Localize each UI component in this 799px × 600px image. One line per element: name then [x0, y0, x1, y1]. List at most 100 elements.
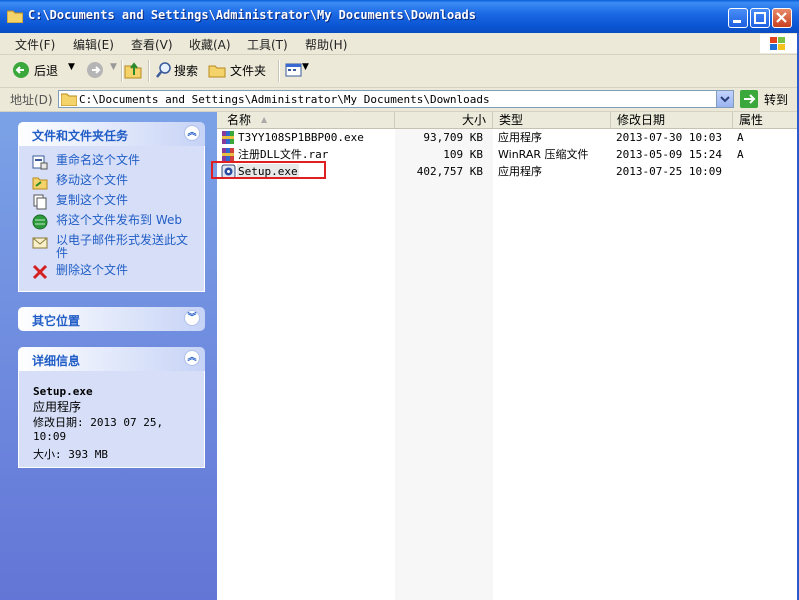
file-type: 应用程序	[498, 165, 542, 178]
task-label: 将这个文件发布到 Web	[56, 213, 182, 227]
folders-button[interactable]: 文件夹	[208, 61, 266, 82]
windows-logo	[760, 34, 798, 53]
file-row-selected[interactable]: Setup.exe 402,757 KB 应用程序 2013-07-25 10:…	[211, 161, 799, 181]
search-button[interactable]: 搜索	[155, 61, 198, 82]
search-label: 搜索	[174, 64, 199, 78]
task-label: 移动这个文件	[56, 173, 129, 187]
folders-icon	[208, 65, 226, 78]
up-folder-icon[interactable]	[124, 61, 142, 79]
file-type: WinRAR 压缩文件	[498, 148, 589, 161]
column-size[interactable]: 大小	[395, 112, 493, 128]
file-size: 109 KB	[443, 148, 483, 161]
column-name-label: 名称	[227, 113, 252, 127]
folder-icon	[61, 93, 77, 106]
views-dropdown-icon[interactable]: ▼	[302, 62, 309, 72]
file-type: 应用程序	[498, 131, 542, 144]
title-bar[interactable]: C:\Documents and Settings\Administrator\…	[0, 0, 799, 33]
details-title: 详细信息	[32, 354, 81, 368]
minimize-icon	[733, 20, 741, 23]
minimize-button[interactable]	[728, 8, 748, 28]
expand-icon[interactable]: ︾	[184, 310, 200, 326]
column-header: 名称 ▲ 大小 类型 修改日期 属性	[217, 112, 799, 129]
back-label: 后退	[34, 64, 59, 78]
column-modified-label: 修改日期	[617, 113, 666, 127]
file-attributes: A	[737, 131, 744, 144]
file-tasks-body: 重命名这个文件 移动这个文件 复制这个文件 将这个文件发布到 Web 以电子邮件…	[18, 146, 205, 292]
address-dropdown-button[interactable]	[716, 91, 733, 107]
details-size: 大小: 393 MB	[33, 448, 108, 461]
forward-arrow-icon	[87, 62, 103, 78]
column-type[interactable]: 类型	[493, 112, 611, 128]
other-places-header[interactable]: 其它位置 ︾	[18, 307, 205, 331]
menu-file[interactable]: 文件(F)	[15, 36, 55, 53]
file-row[interactable]: T3YY108SP1BBP00.exe 93,709 KB 应用程序 2013-…	[217, 130, 799, 147]
chevron-down-icon	[720, 96, 730, 103]
collapse-icon[interactable]: ︽	[184, 125, 200, 141]
address-bar: 地址(D) C:\Documents and Settings\Administ…	[0, 88, 799, 112]
file-size: 93,709 KB	[423, 131, 483, 144]
file-tasks-header[interactable]: 文件和文件夹任务 ︽	[18, 122, 205, 146]
task-label: 重命名这个文件	[56, 153, 141, 167]
menu-bar: 文件(F) 编辑(E) 查看(V) 收藏(A) 工具(T) 帮助(H)	[0, 33, 799, 55]
address-label: 地址(D)	[10, 93, 53, 107]
menu-view[interactable]: 查看(V)	[131, 36, 173, 53]
forward-dropdown-icon[interactable]: ▼	[110, 62, 117, 72]
folders-label: 文件夹	[230, 64, 267, 78]
go-arrow-icon	[740, 90, 758, 108]
collapse-icon[interactable]: ︽	[184, 350, 200, 366]
publish-web-icon	[32, 214, 48, 230]
file-modified: 2013-07-30 10:03	[616, 131, 722, 144]
views-button[interactable]: ▼	[285, 61, 309, 82]
toolbar-separator	[278, 60, 280, 82]
close-button[interactable]	[772, 8, 792, 28]
task-rename[interactable]: 重命名这个文件	[19, 152, 204, 172]
sort-ascending-icon: ▲	[261, 115, 268, 124]
column-modified[interactable]: 修改日期	[611, 112, 733, 128]
windows-flag-icon	[770, 37, 785, 50]
task-pane: 文件和文件夹任务 ︽ 重命名这个文件 移动这个文件 复制这个文件 将这个文件发布…	[0, 112, 217, 600]
column-type-label: 类型	[499, 113, 524, 127]
forward-button[interactable]: ▼	[86, 61, 117, 82]
details-filename: Setup.exe	[33, 385, 93, 398]
toolbar-separator	[121, 60, 123, 82]
column-attributes[interactable]: 属性	[733, 112, 799, 128]
toolbar: 后退 ▼ ▼ 搜索 文件夹 ▼	[0, 55, 799, 88]
details-body: Setup.exe 应用程序 修改日期: 2013 07 25, 10:09 大…	[18, 371, 205, 468]
task-delete[interactable]: 删除这个文件	[19, 262, 204, 282]
details-filetype: 应用程序	[33, 400, 82, 414]
delete-icon	[32, 264, 48, 280]
address-value: C:\Documents and Settings\Administrator\…	[79, 93, 490, 106]
back-dropdown-icon[interactable]: ▼	[68, 62, 75, 72]
sorted-column-shade	[395, 128, 493, 600]
task-email[interactable]: 以电子邮件形式发送此文件	[19, 232, 204, 262]
column-attributes-label: 属性	[739, 113, 764, 127]
toolbar-separator	[148, 60, 150, 82]
window-title: C:\Documents and Settings\Administrator\…	[28, 8, 476, 22]
file-modified: 2013-07-25 10:09	[616, 165, 722, 178]
copy-icon	[33, 194, 47, 210]
file-tasks-panel: 文件和文件夹任务 ︽ 重命名这个文件 移动这个文件 复制这个文件 将这个文件发布…	[18, 122, 205, 292]
rename-icon	[32, 155, 48, 170]
email-icon	[32, 237, 48, 249]
task-label: 以电子邮件形式发送此文件	[56, 233, 189, 260]
task-move[interactable]: 移动这个文件	[19, 172, 204, 192]
column-size-label: 大小	[461, 113, 486, 127]
menu-tools[interactable]: 工具(T)	[247, 36, 288, 53]
back-arrow-icon	[13, 62, 29, 78]
maximize-icon	[754, 12, 766, 24]
task-publish-web[interactable]: 将这个文件发布到 Web	[19, 212, 204, 232]
file-modified: 2013-05-09 15:24	[616, 148, 722, 161]
file-list-view[interactable]: 名称 ▲ 大小 类型 修改日期 属性 T3YY108SP1BBP00.exe 9…	[211, 112, 799, 600]
address-input[interactable]: C:\Documents and Settings\Administrator\…	[58, 90, 734, 108]
views-icon	[285, 63, 302, 77]
menu-favorites[interactable]: 收藏(A)	[189, 36, 231, 53]
maximize-button[interactable]	[750, 8, 770, 28]
task-label: 复制这个文件	[56, 193, 129, 207]
column-name[interactable]: 名称 ▲	[217, 112, 395, 128]
menu-help[interactable]: 帮助(H)	[305, 36, 347, 53]
move-icon	[32, 177, 48, 190]
details-header[interactable]: 详细信息 ︽	[18, 347, 205, 371]
go-label: 转到	[764, 93, 789, 107]
task-copy[interactable]: 复制这个文件	[19, 192, 204, 212]
menu-edit[interactable]: 编辑(E)	[73, 36, 114, 53]
